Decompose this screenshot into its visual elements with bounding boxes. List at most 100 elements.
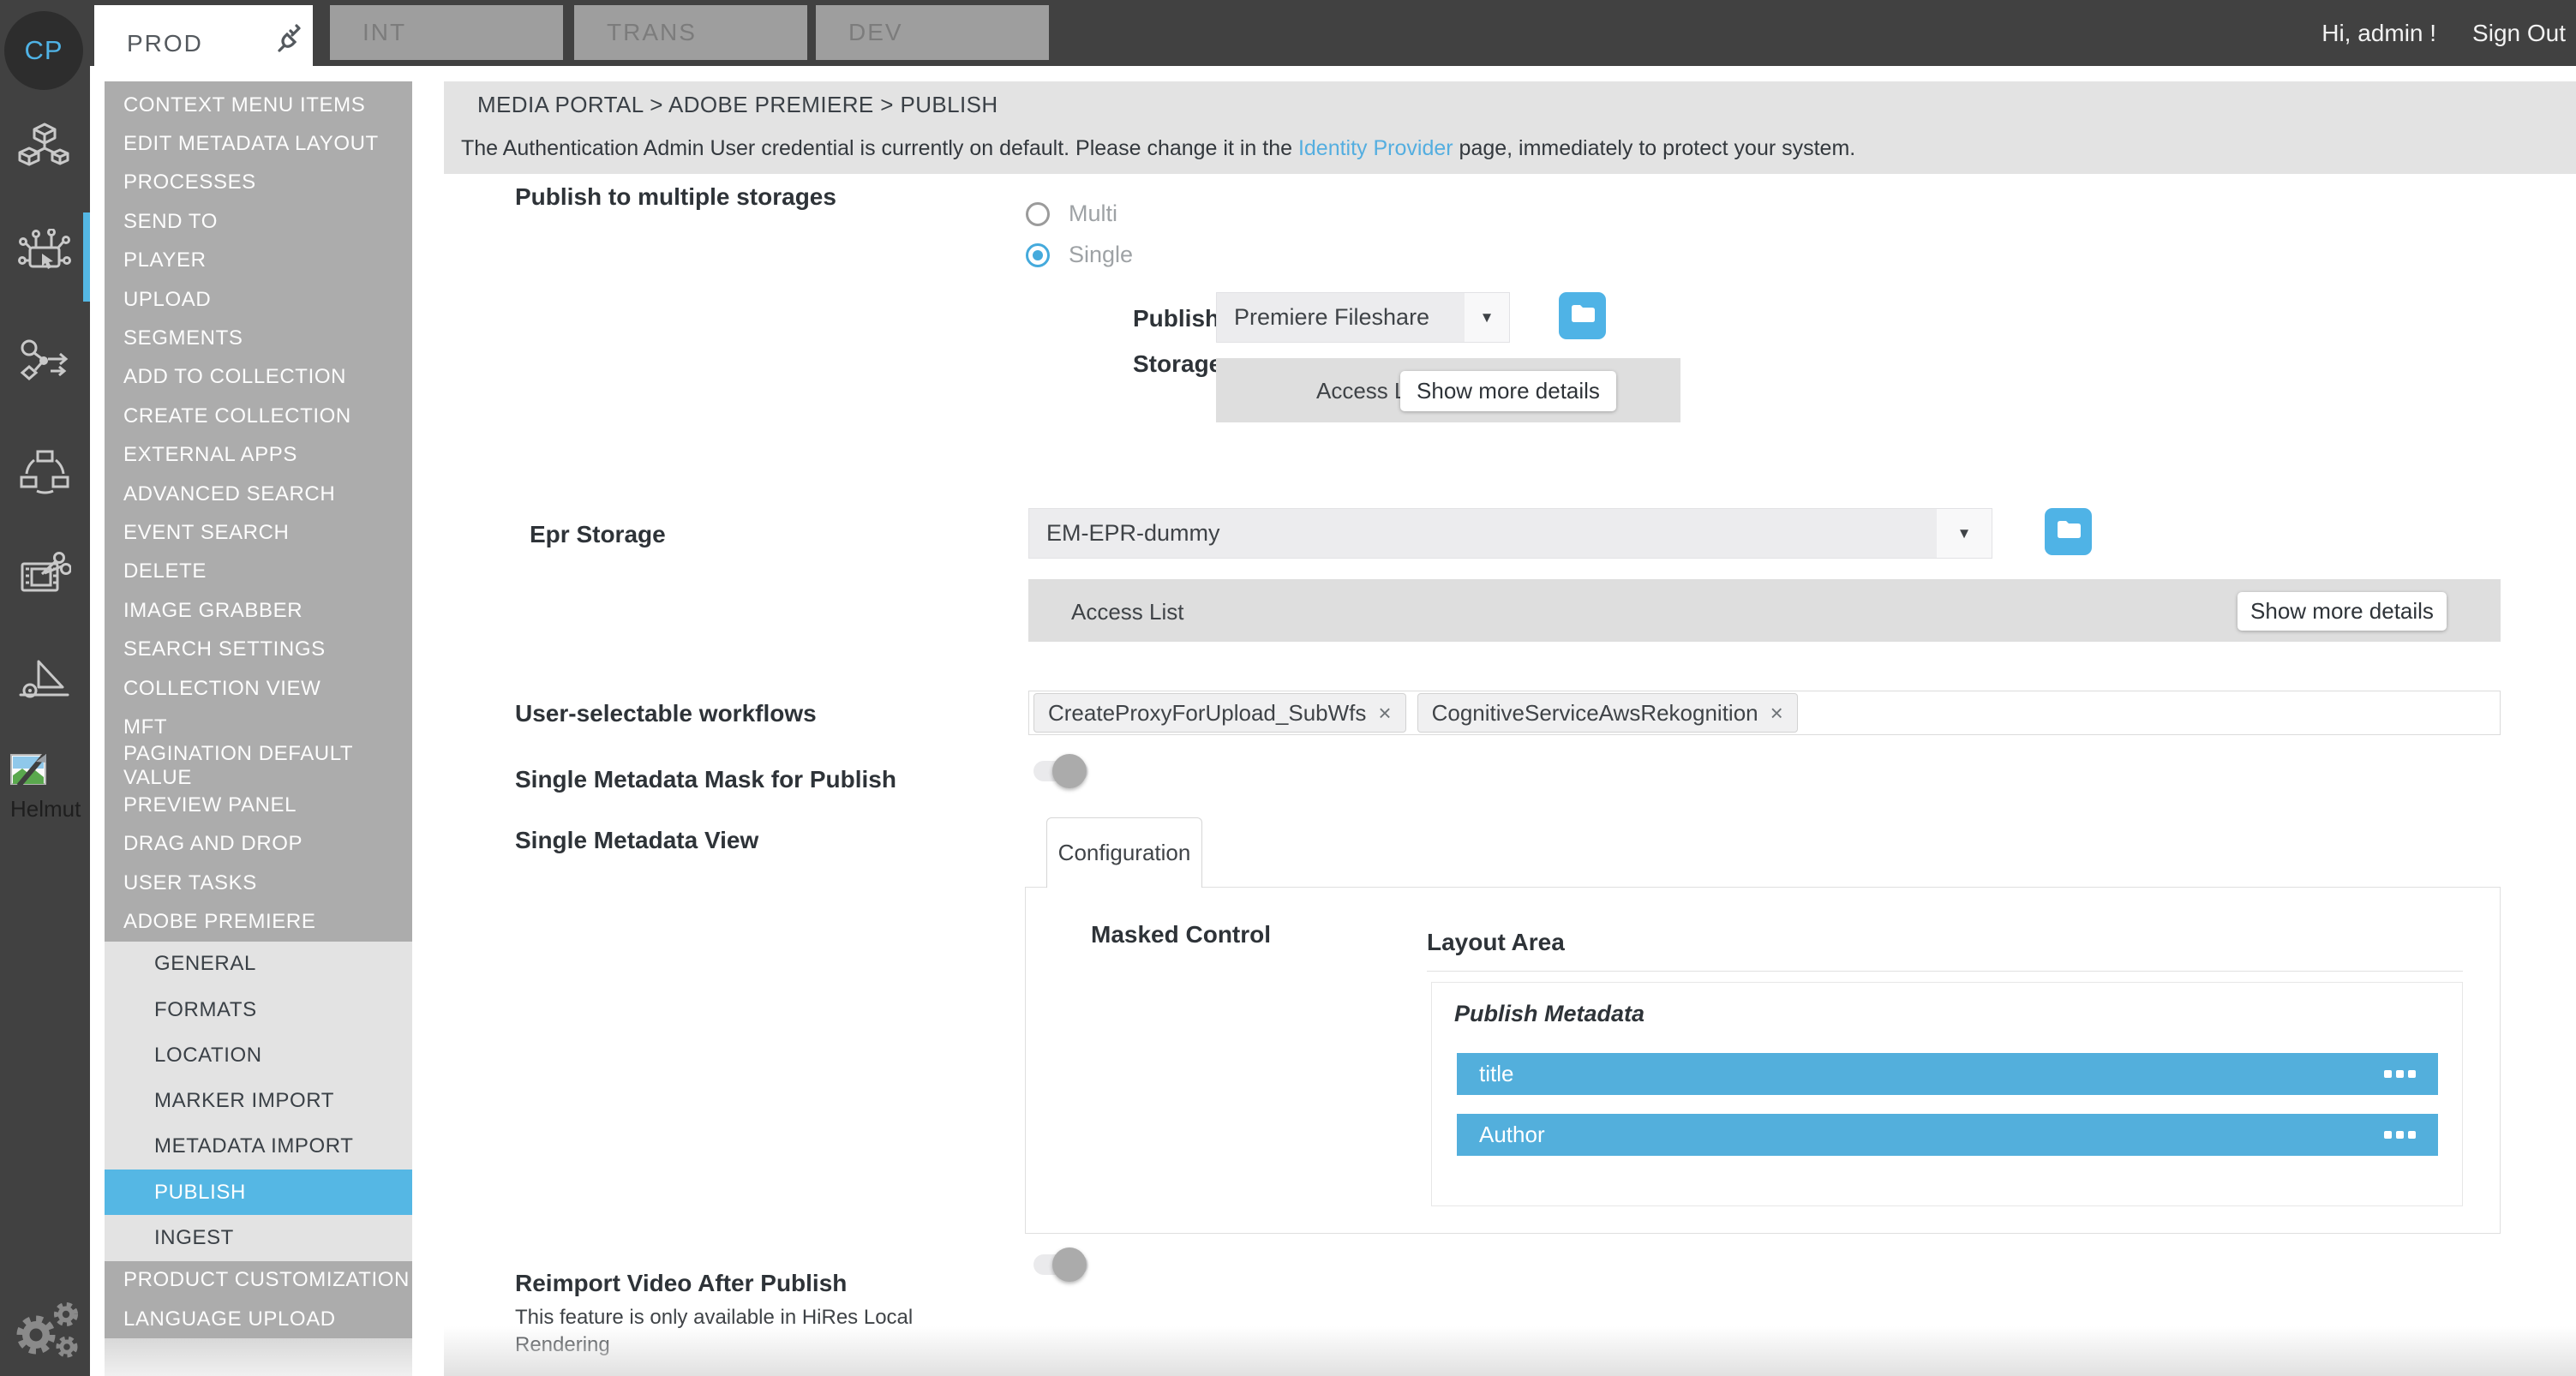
access-list-label-2: Access List (1071, 599, 1184, 625)
folder-icon (1570, 302, 1596, 329)
menu-item-adobe-premiere[interactable]: ADOBE PREMIERE (105, 902, 412, 941)
menu-item-drag-and-drop[interactable]: DRAG AND DROP (105, 824, 412, 863)
radio-multi-label: Multi (1069, 200, 1117, 227)
field-options-icon[interactable] (2384, 1070, 2416, 1078)
menu-item-processes[interactable]: PROCESSES (105, 164, 412, 202)
chevron-down-icon: ▼ (1480, 309, 1495, 326)
folder-icon (2056, 518, 2082, 545)
workflow-tag-label: CognitiveServiceAwsRekognition (1432, 700, 1758, 727)
publish-metadata-group-label: Publish Metadata (1454, 1001, 1644, 1027)
layout-area-divider (1427, 971, 2463, 972)
warning-message: The Authentication Admin User credential… (461, 136, 1855, 161)
menu-item-mft[interactable]: MFT (105, 708, 412, 746)
plug-connected-icon (274, 24, 303, 59)
reimport-note: This feature is only available in HiRes … (515, 1304, 969, 1359)
menu-item-publish-active[interactable]: PUBLISH (105, 1170, 412, 1215)
header-strip: MEDIA PORTAL > ADOBE PREMIERE > PUBLISH … (444, 81, 2576, 174)
dropdown-caret-zone-2[interactable]: ▼ (1937, 509, 1992, 558)
menu-item-user-tasks[interactable]: USER TASKS (105, 864, 412, 902)
menu-item-create-collection[interactable]: CREATE COLLECTION (105, 397, 412, 435)
field-options-icon[interactable] (2384, 1131, 2416, 1139)
menu-item-product-customization[interactable]: PRODUCT CUSTOMIZATION (105, 1261, 412, 1300)
menu-item-event-search[interactable]: EVENT SEARCH (105, 513, 412, 552)
menu-filler (105, 1338, 412, 1375)
epr-storage-dropdown[interactable]: EM-EPR-dummy ▼ (1028, 508, 1992, 559)
metadata-field-label: Author (1479, 1122, 1545, 1148)
menu-item-segments[interactable]: SEGMENTS (105, 319, 412, 357)
breadcrumb: MEDIA PORTAL > ADOBE PREMIERE > PUBLISH (477, 92, 998, 118)
menu-item-search-settings[interactable]: SEARCH SETTINGS (105, 630, 412, 668)
single-metadata-mask-toggle[interactable] (1033, 761, 1088, 781)
tab-prod[interactable]: PROD (94, 5, 313, 81)
menu-item-formats[interactable]: FORMATS (105, 987, 412, 1032)
measure-icon[interactable] (18, 656, 71, 709)
toggle-thumb (1052, 754, 1087, 788)
menu-item-player[interactable]: PLAYER (105, 242, 412, 280)
tab-trans[interactable]: TRANS (574, 5, 807, 60)
radio-single-label: Single (1069, 242, 1133, 268)
tab-dev[interactable]: DEV (816, 5, 1049, 60)
remove-tag-icon[interactable]: × (1378, 700, 1391, 727)
epr-storage-browse-button[interactable] (2045, 508, 2092, 555)
menu-item-collection-view[interactable]: COLLECTION VIEW (105, 669, 412, 708)
show-more-details-button-2[interactable]: Show more details (2238, 592, 2447, 631)
identity-provider-link[interactable]: Identity Provider (1298, 136, 1453, 160)
show-more-details-button-1[interactable]: Show more details (1400, 371, 1616, 411)
workflow-tag-label: CreateProxyForUpload_SubWfs (1048, 700, 1366, 727)
avatar[interactable]: CP (4, 11, 83, 90)
reimport-video-toggle[interactable] (1033, 1254, 1088, 1275)
menu-item-image-grabber[interactable]: IMAGE GRABBER (105, 591, 412, 630)
dropdown-caret-zone[interactable]: ▼ (1465, 293, 1509, 342)
workflow-icon[interactable] (18, 335, 71, 388)
process-cycle-icon[interactable] (18, 446, 71, 499)
epr-storage-value: EM-EPR-dummy (1046, 520, 1220, 547)
warning-text-pre: The Authentication Admin User credential… (461, 136, 1298, 160)
menu-item-pagination-default-value[interactable]: PAGINATION DEFAULT VALUE (105, 747, 412, 786)
radio-single[interactable]: Single (1026, 242, 1133, 268)
broken-image-alt-text: Helmut (10, 796, 87, 823)
metadata-field-label: title (1479, 1061, 1513, 1087)
menu-item-general[interactable]: GENERAL (105, 942, 412, 987)
metadata-field-author[interactable]: Author (1457, 1114, 2438, 1156)
menu-item-preview-panel[interactable]: PREVIEW PANEL (105, 786, 412, 824)
menu-item-marker-import[interactable]: MARKER IMPORT (105, 1078, 412, 1123)
menu-item-ingest[interactable]: INGEST (105, 1215, 412, 1260)
publish-storage-browse-button[interactable] (1559, 292, 1606, 339)
menu-item-location[interactable]: LOCATION (105, 1032, 412, 1078)
video-editing-icon[interactable] (18, 549, 71, 602)
radio-multi[interactable]: Multi (1026, 200, 1117, 227)
modules-icon[interactable] (18, 122, 71, 175)
menu-item-advanced-search[interactable]: ADVANCED SEARCH (105, 475, 412, 513)
workflows-tag-field[interactable]: CreateProxyForUpload_SubWfs × CognitiveS… (1028, 691, 2501, 735)
radio-single-circle-selected[interactable] (1026, 243, 1050, 267)
radio-multi-circle[interactable] (1026, 202, 1050, 226)
single-metadata-mask-label: Single Metadata Mask for Publish (515, 766, 896, 793)
metadata-field-title[interactable]: title (1457, 1053, 2438, 1095)
access-list-bar-2: Access List Show more details (1028, 579, 2501, 642)
active-section-marker (83, 212, 90, 302)
menu-item-language-upload[interactable]: LANGUAGE UPLOAD (105, 1300, 412, 1338)
broken-image-icon (10, 768, 50, 793)
menu-item-send-to[interactable]: SEND TO (105, 202, 412, 241)
menu-item-metadata-import[interactable]: METADATA IMPORT (105, 1124, 412, 1170)
menu-item-external-apps[interactable]: EXTERNAL APPS (105, 436, 412, 475)
workflow-tag[interactable]: CognitiveServiceAwsRekognition × (1417, 693, 1798, 733)
remove-tag-icon[interactable]: × (1770, 700, 1783, 727)
menu-item-add-to-collection[interactable]: ADD TO COLLECTION (105, 358, 412, 397)
tab-prod-label: PROD (127, 30, 203, 57)
interactive-panel-icon[interactable] (18, 229, 71, 282)
menu-item-delete[interactable]: DELETE (105, 553, 412, 591)
tab-int[interactable]: INT (330, 5, 563, 60)
sign-out-button[interactable]: Sign Out (2472, 20, 2566, 47)
layout-area-label: Layout Area (1427, 929, 1565, 956)
publish-storage-dropdown[interactable]: Premiere Fileshare ▼ (1216, 292, 1510, 343)
tab-configuration[interactable]: Configuration (1046, 817, 1202, 888)
publish-storage-value: Premiere Fileshare (1234, 304, 1429, 331)
workflow-tag[interactable]: CreateProxyForUpload_SubWfs × (1033, 693, 1406, 733)
chevron-down-icon: ▼ (1957, 525, 1972, 542)
menu-item-upload[interactable]: UPLOAD (105, 280, 412, 319)
menu-item-edit-metadata-layout[interactable]: EDIT METADATA LAYOUT (105, 124, 412, 163)
settings-gears-icon[interactable] (5, 1292, 87, 1375)
menu-item-context-menu-items[interactable]: CONTEXT MENU ITEMS (105, 86, 412, 124)
epr-storage-label: Epr Storage (530, 521, 666, 548)
